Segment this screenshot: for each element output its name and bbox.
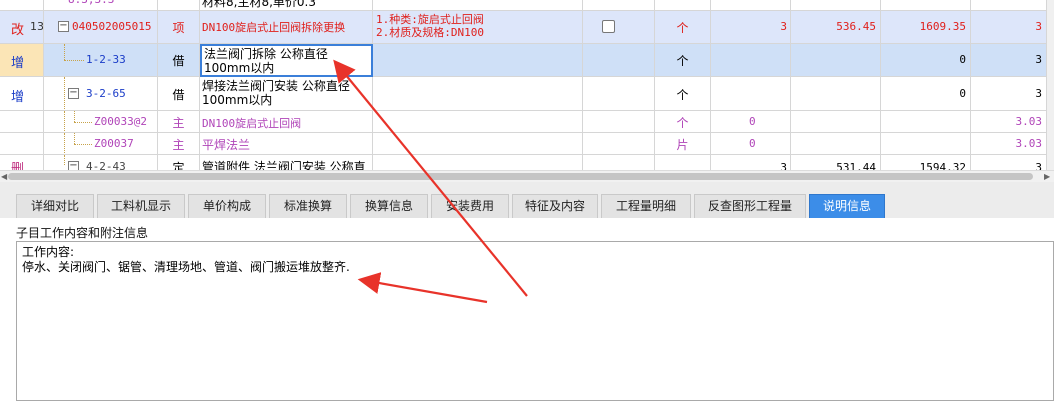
work-content-heading: 工作内容: [22,245,75,259]
row-name: DN100旋启式止回阀拆除更换 [200,11,373,44]
row-name: DN100旋启式止回阀 [200,111,373,133]
scroll-right-icon[interactable]: ▶ [1044,172,1050,181]
tab-install-cost[interactable]: 安装费用 [431,194,509,218]
row-price: 531.44 [791,155,881,170]
row-unit: 片 [655,133,711,155]
row-name: 焊接法兰阀门安装 公称直径100mm以内 [200,77,373,111]
table-row[interactable]: 8:3,3:3 材料8,主材8,单价0.3 [0,0,1054,11]
row-price: 536.45 [791,11,881,44]
row-extra: 3 [971,155,1047,170]
tab-conversion-info[interactable]: 换算信息 [350,194,428,218]
bill-grid: 8:3,3:3 材料8,主材8,单价0.3 改 13 − 04050200501… [0,0,1054,170]
row-code: 4-2-43 [86,160,126,170]
deleted-flag: 删 [11,162,25,170]
row-type: 借 [158,77,200,111]
work-content-text: 停水、关闭阀门、锯管、清理场地、管道、阀门搬运堆放整齐. [22,260,350,274]
collapse-icon[interactable]: − [68,161,79,170]
tab-unit-price[interactable]: 单价构成 [188,194,266,218]
added-flag: 增 [11,56,25,71]
row-total: 0 [881,44,971,77]
tab-standard-conversion[interactable]: 标准换算 [269,194,347,218]
row-type: 主 [158,133,200,155]
tab-labor-material[interactable]: 工料机显示 [97,194,185,218]
tab-description[interactable]: 说明信息 [809,194,885,218]
collapse-icon[interactable]: − [68,88,79,99]
row-total: 1594.32 [881,155,971,170]
row-name: 平焊法兰 [200,133,373,155]
row-extra: 3.03 [971,133,1047,155]
row-extra: 3.03 [971,111,1047,133]
tab-detail-compare[interactable]: 详细对比 [16,194,94,218]
row-extra: 3 [971,44,1047,77]
table-row[interactable]: Z00033@2 主 DN100旋启式止回阀 个 0 3.03 [0,111,1054,133]
tab-quantity-detail[interactable]: 工程量明细 [601,194,691,218]
horizontal-scrollbar[interactable]: ◀ ▶ [0,170,1054,182]
row-code: 3-2-65 [86,87,126,100]
row-code: Z00033@2 [94,115,147,128]
scroll-left-icon[interactable]: ◀ [1,172,7,181]
vertical-scrollbar[interactable] [1047,0,1054,170]
table-row[interactable]: 增 1-2-33 借 法兰阀门拆除 公称直径100mm以内 个 0 3 [0,44,1054,77]
row-features: 1.种类:旋启式止回阀 2.材质及规格:DN100 [373,11,583,44]
row-seq: 13 [30,20,44,33]
scrollbar-thumb[interactable] [8,173,1033,180]
row-unit: 个 [655,77,711,111]
row-type: 定 [158,155,200,170]
row-unit: 个 [655,111,711,133]
added-flag: 增 [11,90,25,105]
row-name: 管道附件 法兰阀门安装 公称直 [200,155,373,170]
table-row[interactable]: 删 − 4-2-43 定 管道附件 法兰阀门安装 公称直 3 531.44 15… [0,155,1054,170]
row-code: 040502005015 [72,20,152,33]
tab-bar: 详细对比 工料机显示 单价构成 标准换算 换算信息 安装费用 特征及内容 工程量… [0,182,1054,218]
table-row[interactable]: 改 13 − 040502005015 项 DN100旋启式止回阀拆除更换 1.… [0,11,1054,44]
work-content-textarea[interactable]: 工作内容: 停水、关闭阀门、锯管、清理场地、管道、阀门搬运堆放整齐. [16,241,1054,401]
row-qty: 3 [711,11,791,44]
row-name-editor[interactable]: 法兰阀门拆除 公称直径100mm以内 [200,44,373,77]
row-total: 0 [881,77,971,111]
tab-reverse-lookup[interactable]: 反查图形工程量 [694,194,806,218]
tab-features[interactable]: 特征及内容 [512,194,598,218]
row-extra: 3 [971,11,1047,44]
row-total: 1609.35 [881,11,971,44]
collapse-icon[interactable]: − [58,21,69,32]
row-code: 8:3,3:3 [44,0,158,11]
row-extra: 3 [971,77,1047,111]
modified-flag: 改 [11,23,25,38]
row-type: 项 [158,11,200,44]
row-type: 借 [158,44,200,77]
row-qty: 3 [711,155,791,170]
row-qty: 0 [711,133,791,155]
row-code: Z00037 [94,137,134,150]
row-qty: 0 [711,111,791,133]
panel-title: 子目工作内容和附注信息 [16,226,149,240]
row-checkbox[interactable] [602,20,615,33]
table-row[interactable]: Z00037 主 平焊法兰 片 0 3.03 [0,133,1054,155]
row-type: 主 [158,111,200,133]
row-unit: 个 [655,44,711,77]
row-name: 材料8,主材8,单价0.3 [200,0,373,11]
row-code: 1-2-33 [86,53,126,66]
table-row[interactable]: 增 − 3-2-65 借 焊接法兰阀门安装 公称直径100mm以内 个 0 3 [0,77,1054,111]
row-unit: 个 [655,11,711,44]
